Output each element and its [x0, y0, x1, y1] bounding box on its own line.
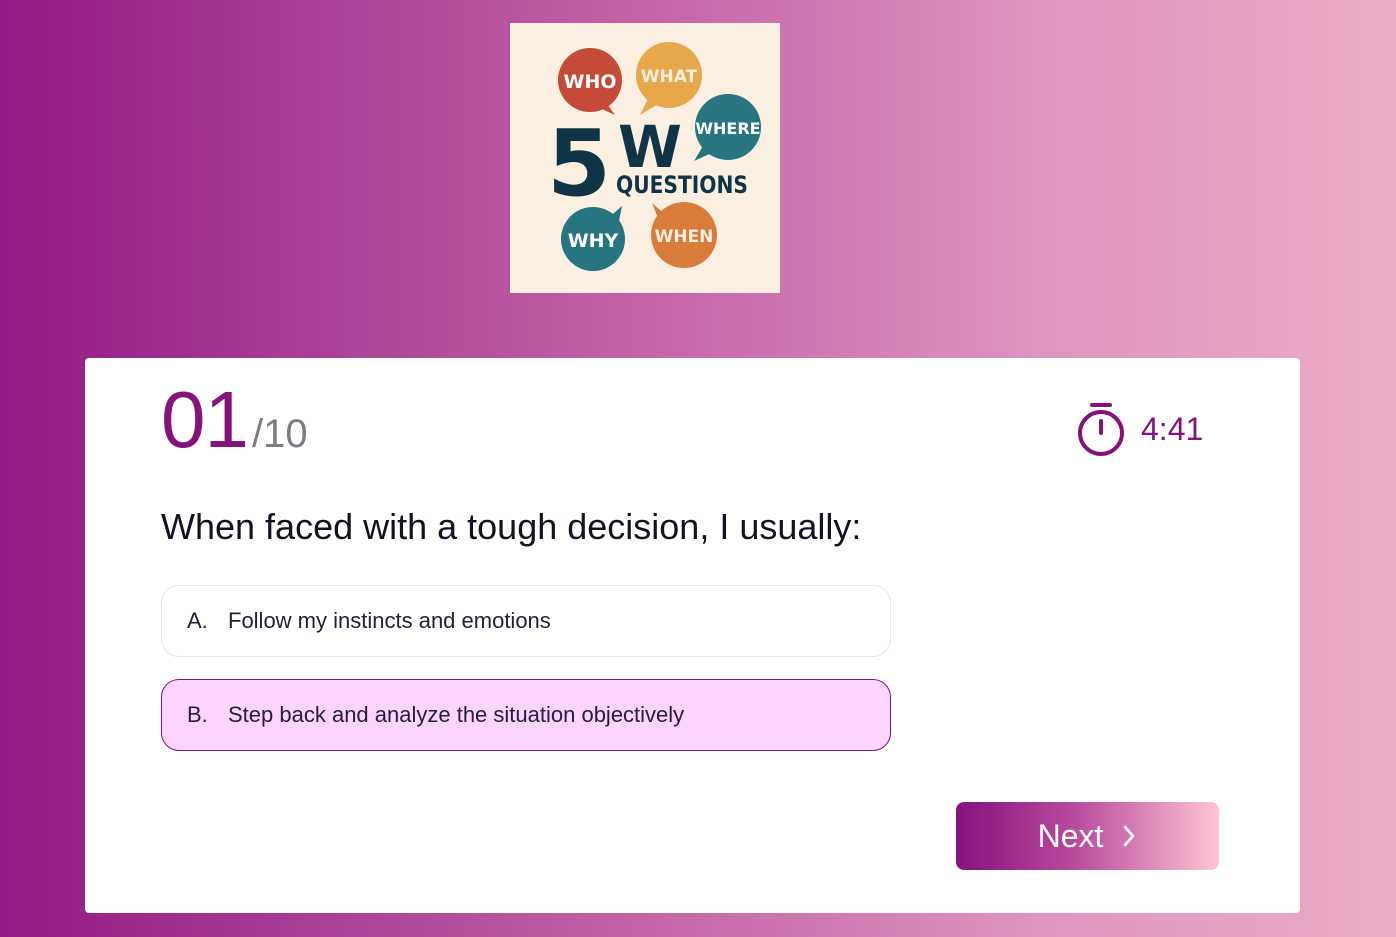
current-question-number: 01	[161, 375, 249, 464]
five-w-questions-logo: WHO WHAT WHERE 5 W QUESTIONS WHY WHEN	[547, 42, 761, 271]
option-b[interactable]: B. Step back and analyze the situation o…	[161, 679, 891, 751]
bubble-what: WHAT	[641, 67, 698, 87]
option-label: Follow my instincts and emotions	[228, 608, 551, 633]
timer-value: 4:41	[1141, 410, 1204, 447]
total-questions: /10	[251, 412, 308, 456]
quiz-card: 01 /10 4:41 When faced with a tough deci…	[85, 358, 1300, 913]
logo-five: 5	[547, 110, 611, 217]
option-label: Step back and analyze the situation obje…	[228, 702, 685, 727]
option-letter: B.	[187, 702, 208, 727]
logo-questions: QUESTIONS	[616, 171, 748, 199]
chevron-right-icon	[1124, 825, 1135, 847]
what-bubble: WHAT	[636, 42, 702, 115]
next-button-label: Next	[1037, 817, 1104, 854]
who-bubble: WHO	[558, 48, 622, 115]
option-a[interactable]: A. Follow my instincts and emotions	[161, 585, 891, 657]
when-bubble: WHEN	[651, 202, 717, 268]
where-bubble: WHERE	[694, 94, 761, 161]
bubble-where: WHERE	[695, 119, 760, 138]
bubble-when: WHEN	[655, 227, 714, 247]
option-letter: A.	[187, 608, 208, 633]
quiz-logo: WHO WHAT WHERE 5 W QUESTIONS WHY WHEN	[510, 23, 780, 293]
timer: 4:41	[1075, 400, 1203, 458]
question-counter: 01 /10	[161, 380, 308, 460]
stopwatch-icon	[1078, 403, 1124, 456]
bubble-why: WHY	[568, 230, 619, 252]
bubble-who: WHO	[563, 71, 616, 93]
question-text: When faced with a tough decision, I usua…	[161, 506, 862, 547]
next-button[interactable]: Next	[956, 802, 1219, 870]
